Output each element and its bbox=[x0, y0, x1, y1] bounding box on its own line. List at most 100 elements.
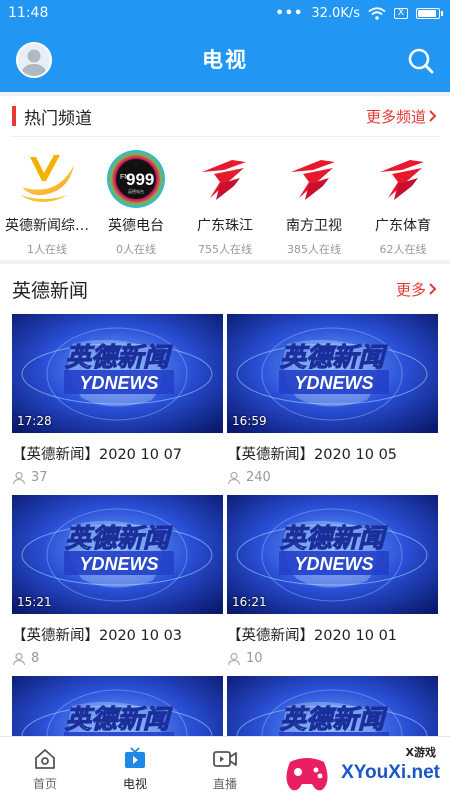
person-icon bbox=[227, 471, 241, 484]
status-time: 11:48 bbox=[8, 5, 49, 21]
battery-icon bbox=[416, 7, 443, 19]
video-card[interactable]: 英德新闻 YDNEWS 15:21 【英德新闻】2020 10 03 8 bbox=[12, 495, 223, 666]
hot-channels-title: 热门频道 bbox=[24, 108, 92, 129]
tv-icon bbox=[125, 747, 145, 768]
person-icon bbox=[12, 652, 26, 665]
notification-dots: ••• bbox=[275, 5, 304, 21]
thumb-title-cn: 英德新闻 bbox=[65, 343, 173, 373]
wifi-icon bbox=[368, 6, 386, 20]
status-bar: 11:48 ••• 32.0K/s X bbox=[0, 0, 450, 26]
channel-online-count: 1人在线 bbox=[27, 243, 67, 256]
status-icons: ••• 32.0K/s X bbox=[275, 5, 443, 21]
more-channels-link[interactable]: 更多频道 bbox=[366, 106, 438, 127]
watermark-small-text: X游戏 bbox=[405, 746, 436, 759]
sim-icon: X bbox=[394, 7, 408, 19]
video-card[interactable]: 英德新闻 YDNEWS 16:21 【英德新闻】2020 10 01 10 bbox=[227, 495, 438, 666]
more-news-link[interactable]: 更多 bbox=[396, 279, 438, 300]
channel-name: 南方卫视 bbox=[286, 218, 342, 234]
video-thumbnail: 英德新闻 YDNEWS 16:59 bbox=[227, 314, 438, 433]
gdtv-logo-icon bbox=[371, 149, 435, 209]
thumb-title-cn: 英德新闻 bbox=[280, 705, 388, 735]
channel-name: 广东体育 bbox=[375, 218, 431, 234]
gamepad-logo-icon bbox=[286, 758, 328, 791]
video-duration: 15:21 bbox=[17, 595, 52, 609]
channel-online-count: 62人在线 bbox=[379, 243, 427, 256]
watermark-site: XYouXi.net bbox=[341, 762, 440, 783]
tab-home-label: 首页 bbox=[32, 777, 57, 791]
news-section: 英德新闻 更多 英德新闻 YDNEWS 17:28 【英德新闻】2020 10 07 3… bbox=[0, 264, 450, 795]
video-title: 【英德新闻】2020 10 05 bbox=[227, 447, 398, 463]
home-icon bbox=[35, 749, 55, 769]
video-card[interactable]: 英德新闻 YDNEWS 17:28 【英德新闻】2020 10 07 37 bbox=[12, 314, 223, 485]
section-marker bbox=[12, 106, 16, 126]
avatar-person-icon bbox=[21, 49, 47, 76]
view-count: 8 bbox=[31, 651, 40, 666]
video-duration: 16:21 bbox=[232, 595, 267, 609]
video-duration: 17:28 bbox=[17, 414, 52, 428]
yingde-logo-icon bbox=[15, 149, 79, 209]
person-icon bbox=[12, 471, 26, 484]
chevron-right-icon bbox=[429, 110, 437, 122]
thumb-title-cn: 英德新闻 bbox=[280, 524, 388, 554]
search-icon[interactable] bbox=[406, 46, 436, 76]
page-title: 电视 bbox=[202, 48, 248, 72]
channel-online-count: 755人在线 bbox=[198, 243, 252, 256]
fm-number: 999 bbox=[126, 170, 154, 189]
thumb-title-en: YDNEWS bbox=[294, 554, 373, 574]
hot-channels-header: 热门频道 更多频道 bbox=[0, 96, 450, 136]
tab-home[interactable]: 首页 bbox=[0, 737, 90, 800]
thumb-title-en: YDNEWS bbox=[79, 373, 158, 393]
tab-live-label: 直播 bbox=[212, 777, 237, 791]
gdtv-logo-icon bbox=[193, 149, 257, 209]
thumb-title-cn: 英德新闻 bbox=[65, 705, 173, 735]
thumb-title-cn: 英德新闻 bbox=[280, 343, 388, 373]
more-news-label: 更多 bbox=[395, 280, 426, 299]
channel-item[interactable]: FM 999 英德电台 英德电台 0人在线 bbox=[93, 149, 179, 257]
channel-item[interactable]: 英德新闻综… 1人在线 bbox=[4, 149, 90, 257]
channel-online-count: 385人在线 bbox=[287, 243, 341, 256]
news-section-title: 英德新闻 bbox=[12, 279, 89, 302]
news-header: 英德新闻 更多 bbox=[0, 264, 450, 314]
channel-item[interactable]: 南方卫视 385人在线 bbox=[271, 149, 357, 257]
video-thumbnail: 英德新闻 YDNEWS 17:28 bbox=[12, 314, 223, 433]
video-title: 【英德新闻】2020 10 01 bbox=[227, 628, 398, 644]
tab-live[interactable]: 直播 bbox=[180, 737, 270, 800]
person-icon bbox=[227, 652, 241, 665]
video-title: 【英德新闻】2020 10 07 bbox=[12, 447, 183, 463]
channel-item[interactable]: 广东珠江 755人在线 bbox=[182, 149, 268, 257]
channel-online-count: 0人在线 bbox=[116, 243, 156, 256]
video-title: 【英德新闻】2020 10 03 bbox=[12, 628, 183, 644]
watermark: X游戏 XYouXi.net bbox=[280, 740, 450, 800]
fm999-logo-icon: FM 999 英德电台 bbox=[104, 149, 168, 209]
channel-list: 英德新闻综… 1人在线 FM 999 英德电台 英德电台 0人在线 广东珠江 7… bbox=[0, 137, 450, 257]
channel-name: 英德新闻综… bbox=[5, 218, 89, 234]
tab-tv[interactable]: 电视 bbox=[90, 737, 180, 800]
video-card[interactable]: 英德新闻 YDNEWS 16:59 【英德新闻】2020 10 05 240 bbox=[227, 314, 438, 485]
channel-name: 广东珠江 bbox=[197, 218, 253, 234]
video-views: 10 bbox=[227, 651, 438, 666]
thumb-title-cn: 英德新闻 bbox=[65, 524, 173, 554]
app-bar: 电视 bbox=[0, 26, 450, 92]
view-count: 37 bbox=[31, 470, 48, 485]
hot-channels-section: 热门频道 更多频道 英德新闻综… 1人在线 FM 999 英德电台 英德电台 0… bbox=[0, 96, 450, 260]
video-thumbnail: 英德新闻 YDNEWS 15:21 bbox=[12, 495, 223, 614]
thumb-title-en: YDNEWS bbox=[79, 554, 158, 574]
video-thumbnail: 英德新闻 YDNEWS 16:21 bbox=[227, 495, 438, 614]
more-channels-label: 更多频道 bbox=[365, 107, 426, 126]
video-views: 240 bbox=[227, 470, 438, 485]
chevron-right-icon bbox=[429, 283, 437, 295]
channel-name: 英德电台 bbox=[108, 218, 164, 234]
fm-sub: 英德电台 bbox=[128, 188, 144, 194]
video-views: 37 bbox=[12, 470, 223, 485]
tab-tv-label: 电视 bbox=[122, 777, 147, 791]
view-count: 240 bbox=[246, 470, 271, 485]
video-views: 8 bbox=[12, 651, 223, 666]
video-camera-icon bbox=[213, 751, 237, 767]
user-avatar[interactable] bbox=[16, 42, 52, 78]
video-duration: 16:59 bbox=[232, 414, 267, 428]
thumb-title-en: YDNEWS bbox=[294, 373, 373, 393]
network-speed: 32.0K/s bbox=[311, 5, 360, 21]
channel-item[interactable]: 广东体育 62人在线 bbox=[360, 149, 446, 257]
view-count: 10 bbox=[246, 651, 263, 666]
gdtv-logo-icon bbox=[282, 149, 346, 209]
